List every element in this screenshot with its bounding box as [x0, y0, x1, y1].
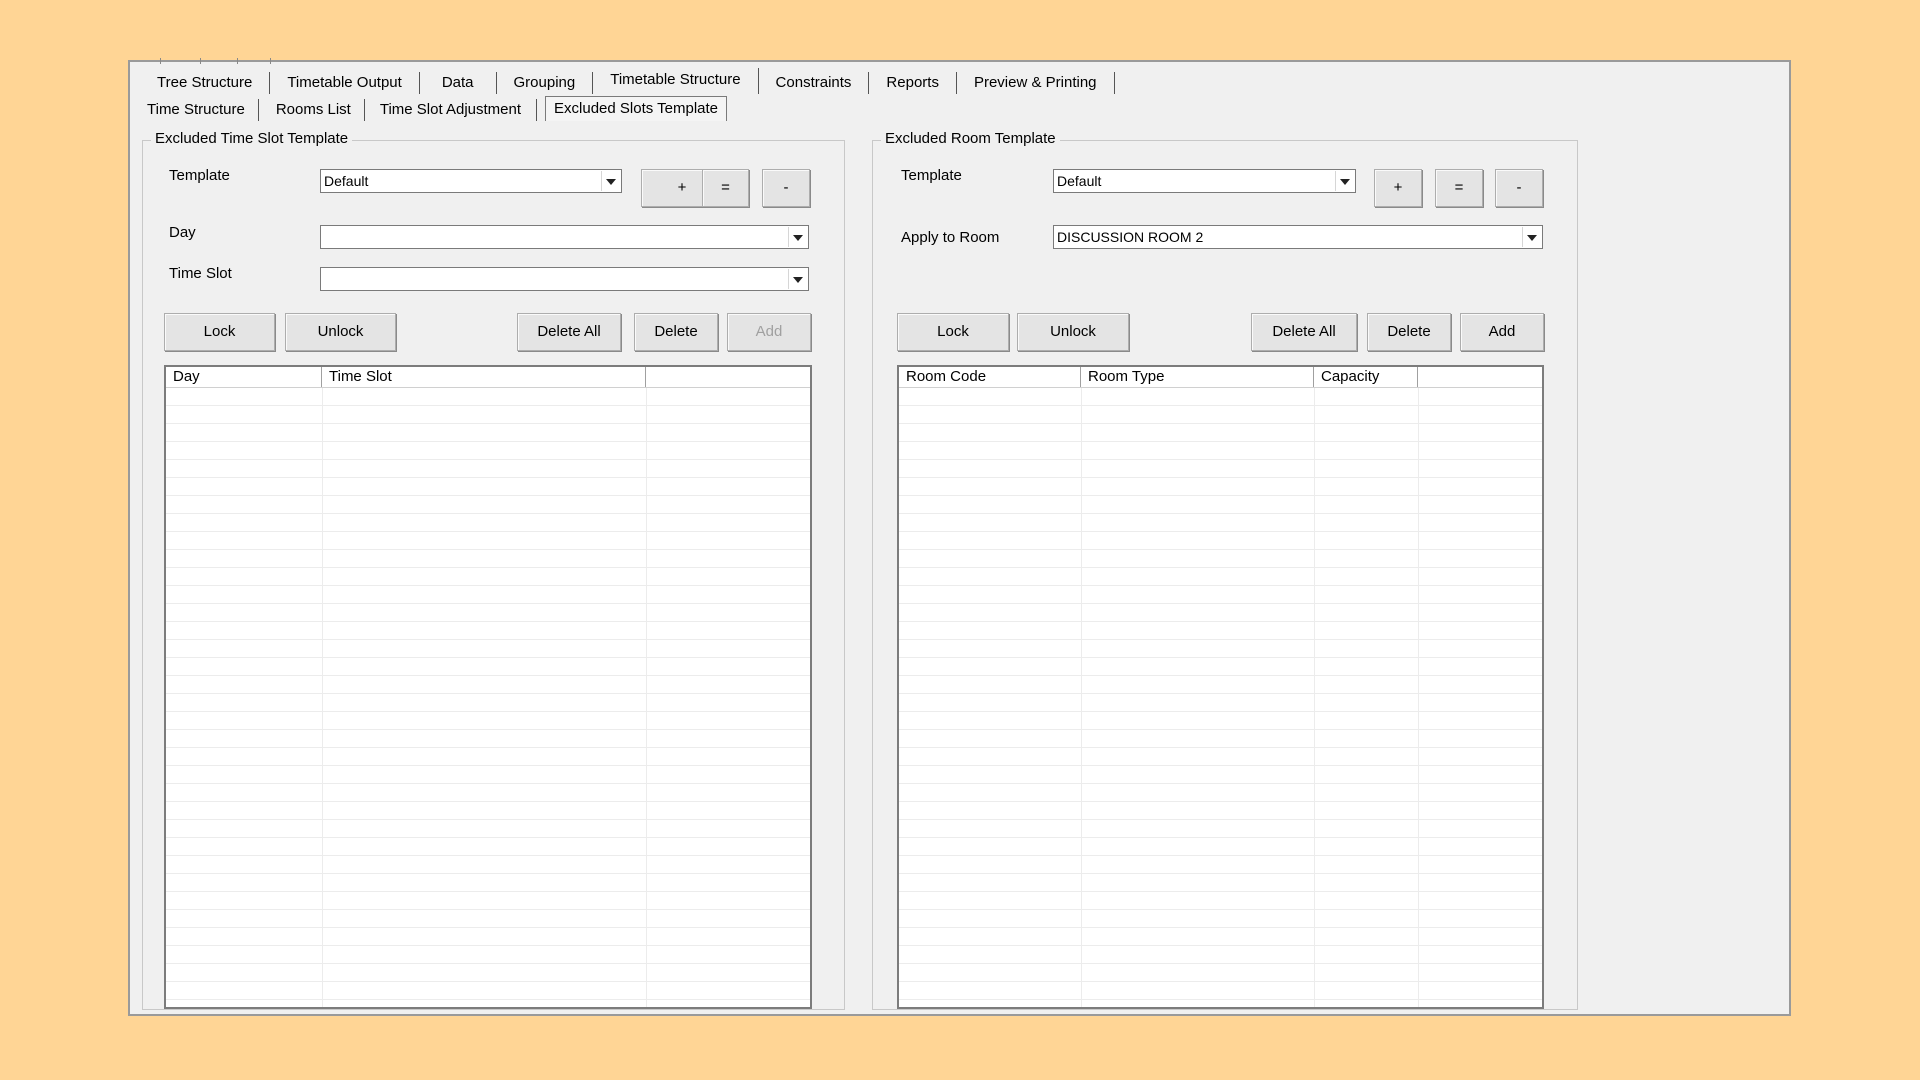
column-header-capacity[interactable]: Capacity	[1314, 367, 1418, 387]
add-button[interactable]: Add	[727, 313, 811, 351]
apply-to-room-label: Apply to Room	[901, 229, 1000, 246]
column-header-room-code[interactable]: Room Code	[899, 367, 1081, 387]
apply-to-room-value: DISCUSSION ROOM 2	[1057, 229, 1204, 245]
room-delete-button[interactable]: Delete	[1367, 313, 1451, 351]
excluded-time-slot-title: Excluded Time Slot Template	[151, 130, 353, 147]
copy-template-button[interactable]: =	[702, 169, 749, 207]
room-copy-template-button[interactable]: =	[1435, 169, 1483, 207]
lock-button[interactable]: Lock	[164, 313, 275, 351]
chevron-down-icon[interactable]	[601, 171, 620, 191]
excluded-room-title: Excluded Room Template	[881, 130, 1060, 147]
grid-row-lines	[899, 388, 1542, 1007]
excluded-room-group: Excluded Room Template Template Default …	[872, 130, 1578, 1010]
room-template-select[interactable]: Default	[1053, 169, 1356, 193]
excluded-time-slot-group: Excluded Time Slot Template Template Def…	[142, 130, 845, 1010]
tab-constraints[interactable]: Constraints	[759, 72, 870, 94]
unlock-button[interactable]: Unlock	[285, 313, 396, 351]
template-select-value: Default	[324, 173, 369, 189]
excluded-room-grid[interactable]: Room Code Room Type Capacity	[897, 365, 1544, 1009]
grid-col-line	[322, 388, 323, 1007]
grid-col-line	[1081, 388, 1082, 1007]
app-window: Tree Structure Timetable Output Data Gro…	[128, 58, 1791, 1016]
grid-col-line	[1314, 388, 1315, 1007]
room-add-template-button[interactable]: +	[1374, 169, 1422, 207]
room-add-button[interactable]: Add	[1460, 313, 1544, 351]
sub-tab-strip: Time Structure Rooms List Time Slot Adju…	[133, 94, 727, 121]
column-header-time-slot[interactable]: Time Slot	[322, 367, 646, 387]
room-template-label: Template	[901, 167, 962, 184]
grid-col-line	[1418, 388, 1419, 1007]
column-header-blank[interactable]	[1418, 367, 1542, 387]
grid-header: Room Code Room Type Capacity	[899, 367, 1542, 388]
delete-all-button[interactable]: Delete All	[517, 313, 621, 351]
window-top-ticks	[160, 58, 300, 64]
room-remove-template-button[interactable]: -	[1495, 169, 1543, 207]
template-select[interactable]: Default	[320, 169, 622, 193]
time-slot-select[interactable]	[320, 267, 809, 291]
room-lock-button[interactable]: Lock	[897, 313, 1009, 351]
day-label: Day	[169, 224, 196, 241]
delete-button[interactable]: Delete	[634, 313, 718, 351]
column-header-blank[interactable]	[646, 367, 810, 387]
subtab-rooms-list[interactable]: Rooms List	[259, 99, 365, 121]
grid-col-line	[646, 388, 647, 1007]
subtab-time-structure[interactable]: Time Structure	[133, 99, 259, 121]
chevron-down-icon[interactable]	[788, 227, 807, 247]
remove-template-button[interactable]: -	[762, 169, 810, 207]
grid-row-lines	[166, 388, 810, 1007]
tab-tree-structure[interactable]: Tree Structure	[140, 72, 271, 94]
tab-timetable-output[interactable]: Timetable Output	[270, 72, 420, 94]
chevron-down-icon[interactable]	[1335, 171, 1354, 191]
chevron-down-icon[interactable]	[1522, 227, 1541, 247]
room-template-select-value: Default	[1057, 173, 1102, 189]
subtab-excluded-slots-template[interactable]: Excluded Slots Template	[545, 96, 727, 121]
excluded-time-slot-grid[interactable]: Day Time Slot	[164, 365, 812, 1009]
tab-reports[interactable]: Reports	[869, 72, 957, 94]
grid-body[interactable]	[899, 388, 1542, 1007]
chevron-down-icon[interactable]	[788, 269, 807, 289]
template-label: Template	[169, 167, 230, 184]
tab-grouping[interactable]: Grouping	[497, 72, 594, 94]
column-header-room-type[interactable]: Room Type	[1081, 367, 1314, 387]
day-select[interactable]	[320, 225, 809, 249]
tab-preview-printing[interactable]: Preview & Printing	[957, 72, 1115, 94]
tab-data[interactable]: Data	[420, 72, 497, 94]
room-delete-all-button[interactable]: Delete All	[1251, 313, 1357, 351]
tab-timetable-structure[interactable]: Timetable Structure	[593, 68, 759, 94]
column-header-day[interactable]: Day	[166, 367, 322, 387]
main-tab-strip: Tree Structure Timetable Output Data Gro…	[140, 67, 1115, 94]
subtab-time-slot-adjustment[interactable]: Time Slot Adjustment	[365, 99, 538, 121]
grid-header: Day Time Slot	[166, 367, 810, 388]
room-unlock-button[interactable]: Unlock	[1017, 313, 1129, 351]
apply-to-room-select[interactable]: DISCUSSION ROOM 2	[1053, 225, 1543, 249]
time-slot-label: Time Slot	[169, 265, 232, 282]
grid-body[interactable]	[166, 388, 810, 1007]
